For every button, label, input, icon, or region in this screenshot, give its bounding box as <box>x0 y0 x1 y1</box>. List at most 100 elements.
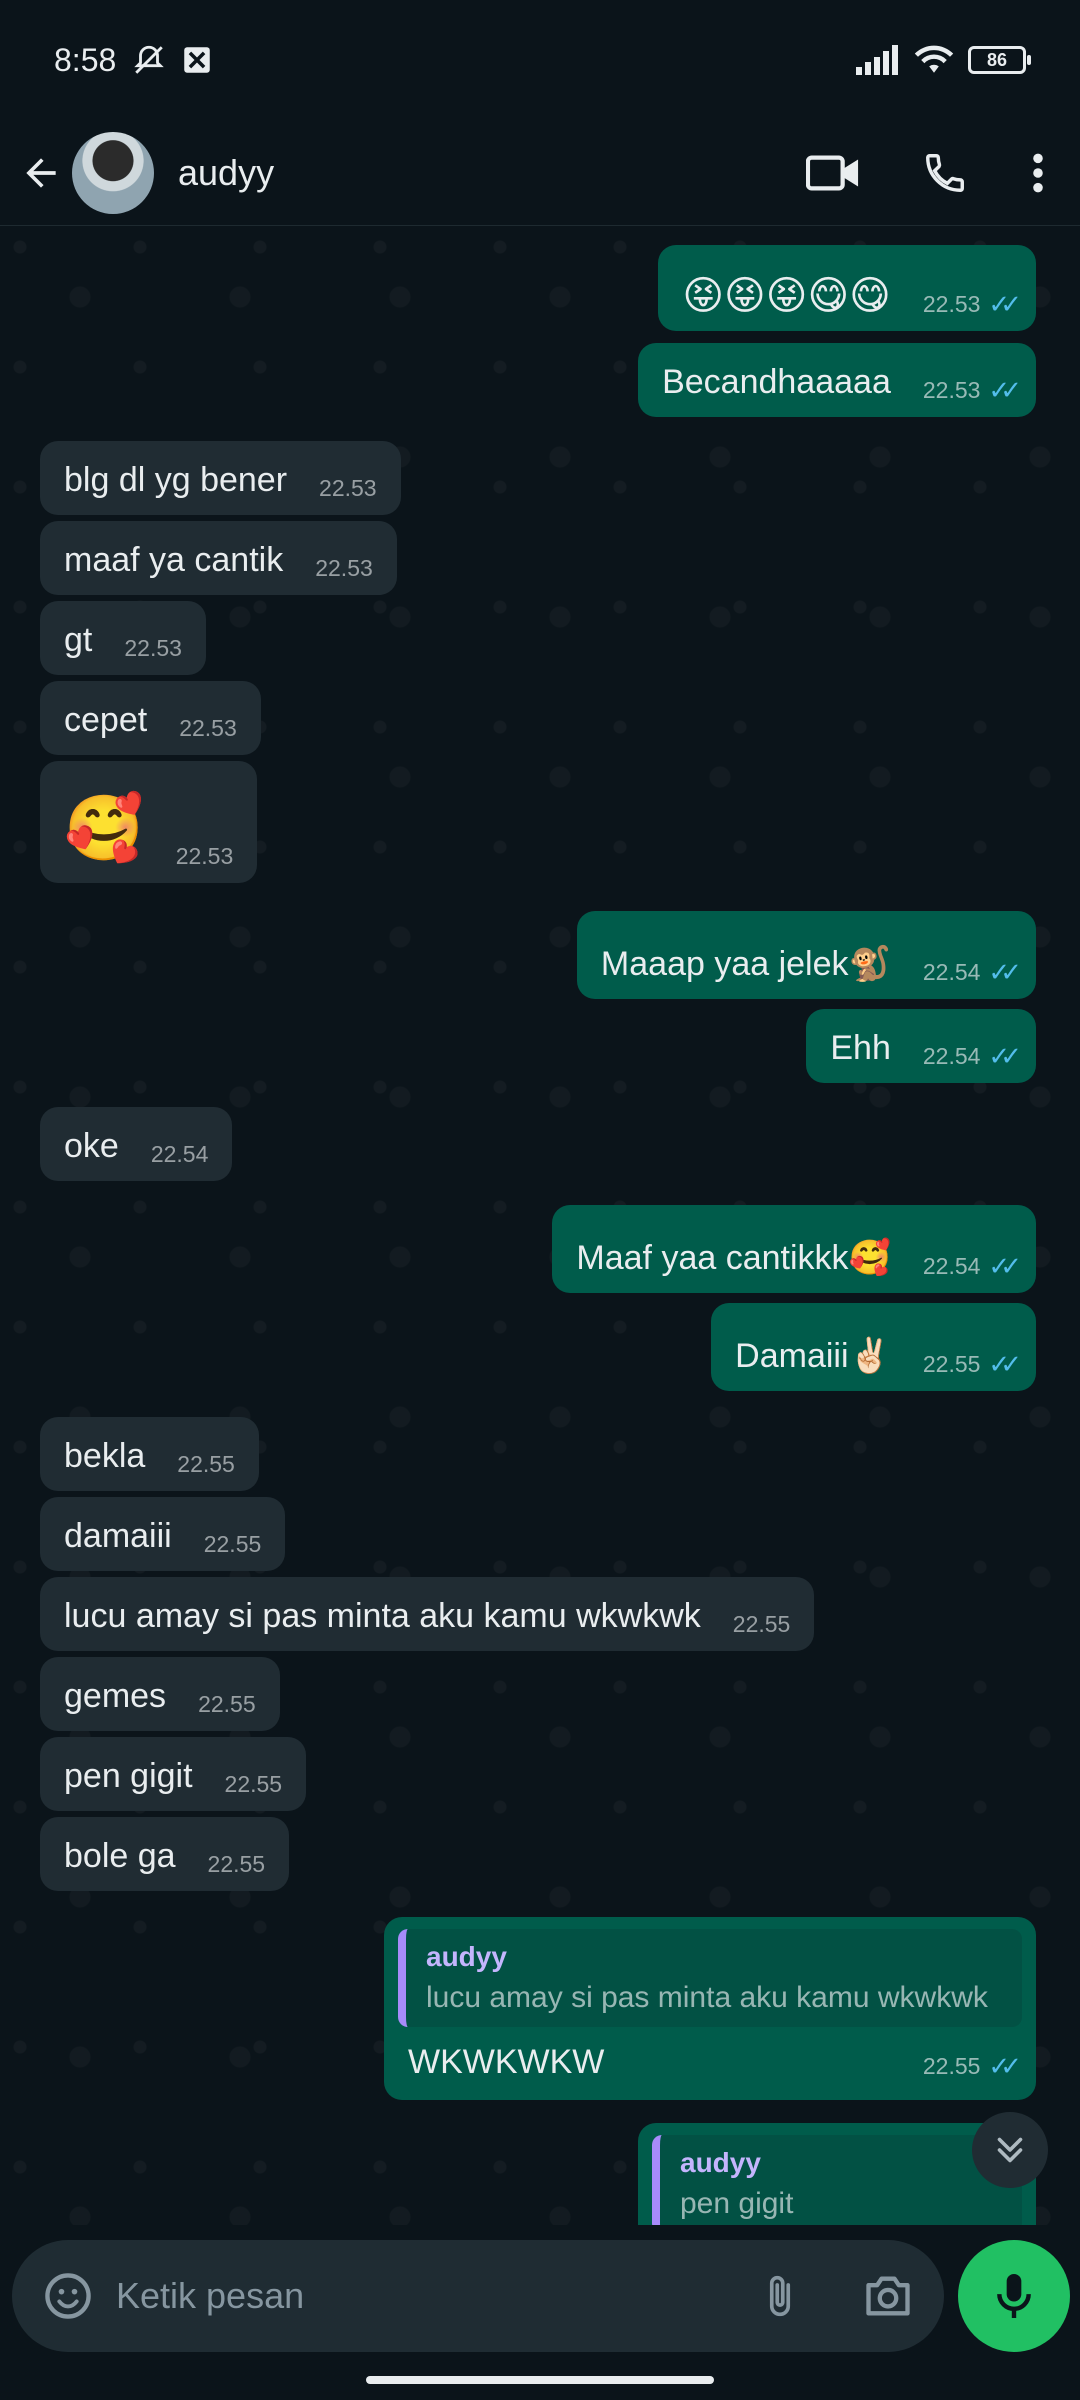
message-text: oke <box>64 1127 119 1165</box>
message-text: Maaap yaa jelek🐒 <box>600 945 891 983</box>
message-text: blg dl yg bener <box>64 461 288 499</box>
message-text: damaiii <box>64 1517 172 1555</box>
message-meta: 22.55 <box>198 1683 256 1725</box>
message-time: 22.53 <box>922 291 981 317</box>
battery-indicator: 86 <box>968 46 1031 74</box>
message-text: gt <box>64 621 93 659</box>
message-bubble-in[interactable]: oke 22.54 <box>40 1107 233 1181</box>
composer-actions <box>758 2270 914 2322</box>
message-meta: 22.53 <box>315 547 373 589</box>
message-bubble-in[interactable]: gemes 22.55 <box>40 1657 280 1731</box>
message-time: 22.53 <box>175 843 234 869</box>
quoted-message[interactable]: audyy pen gigit <box>652 2135 1022 2225</box>
message-meta: 22.55 ✓✓ <box>923 2051 1022 2082</box>
wifi-icon <box>914 45 954 73</box>
message-meta: 22.55 <box>177 1443 235 1485</box>
message-time: 22.55 <box>922 1351 981 1377</box>
message-time: 22.54 <box>922 1253 981 1279</box>
message-meta: 22.54 ✓✓ <box>922 1245 1022 1287</box>
read-ticks-icon: ✓✓ <box>988 957 1021 987</box>
message-text: Damaiii✌🏻 <box>735 1337 891 1375</box>
reply-message-bubble[interactable]: audyy lucu amay si pas minta aku kamu wk… <box>384 1917 1036 2100</box>
message-meta: 22.53 <box>179 707 237 749</box>
scroll-to-bottom-button[interactable] <box>972 2112 1048 2188</box>
phone-icon[interactable] <box>922 150 968 196</box>
message-time: 22.55 <box>203 1531 262 1557</box>
chat-header: audyy <box>0 120 1080 226</box>
message-bubble-in[interactable]: 🥰 22.53 <box>40 761 258 883</box>
message-bubble-out[interactable]: Maaap yaa jelek🐒 22.54 ✓✓ <box>576 911 1036 999</box>
message-meta: 22.55 ✓✓ <box>922 1343 1022 1385</box>
message-time: 22.54 <box>922 959 981 985</box>
message-time: 22.53 <box>922 377 981 403</box>
message-composer <box>12 2240 944 2352</box>
message-bubble-out[interactable]: Becandhaaaaa 22.53 ✓✓ <box>638 343 1036 417</box>
gesture-nav-handle[interactable] <box>366 2376 714 2384</box>
message-meta: 22.54 ✓✓ <box>922 951 1022 993</box>
message-meta: 22.53 ✓✓ <box>922 369 1022 411</box>
message-bubble-in[interactable]: bekla 22.55 <box>40 1417 259 1491</box>
quoted-message[interactable]: audyy lucu amay si pas minta aku kamu wk… <box>398 1929 1022 2027</box>
chat-area[interactable]: 😝😝😝😋😋 22.53 ✓✓ Becandhaaaaa 22.53 ✓✓ blg d… <box>0 227 1080 2225</box>
message-text: Maaf yaa cantikkk🥰 <box>576 1239 891 1277</box>
message-bubble-in[interactable]: damaiii 22.55 <box>40 1497 286 1571</box>
message-input[interactable] <box>116 2275 706 2317</box>
message-bubble-out[interactable]: Ehh 22.54 ✓✓ <box>806 1009 1036 1083</box>
message-time: 22.53 <box>179 715 237 741</box>
sticker-icon[interactable] <box>42 2270 94 2322</box>
message-time: 22.54 <box>922 1043 981 1069</box>
message-text: maaf ya cantik <box>64 541 284 579</box>
message-bubble-in[interactable]: lucu amay si pas minta aku kamu wkwkwk 2… <box>40 1577 815 1651</box>
message-meta: 22.55 <box>733 1603 791 1645</box>
reply-row: WKWKWKW 22.55 ✓✓ <box>398 2027 1022 2088</box>
voice-message-button[interactable] <box>958 2240 1070 2352</box>
message-text: Ehh <box>830 1029 891 1067</box>
status-icons-left <box>132 43 214 77</box>
status-time: 8:58 <box>54 41 117 78</box>
status-bar: 8:58 86 <box>0 0 1080 120</box>
message-time: 22.55 <box>177 1451 235 1477</box>
message-meta: 22.54 ✓✓ <box>922 1035 1022 1077</box>
message-meta: 22.53 <box>176 835 234 877</box>
message-bubble-out[interactable]: 😝😝😝😋😋 22.53 ✓✓ <box>658 245 1036 331</box>
avatar[interactable] <box>72 131 154 214</box>
quote-author: audyy <box>426 1941 507 1972</box>
message-time: 22.55 <box>732 1611 791 1637</box>
app-notification-icon <box>184 47 211 73</box>
read-ticks-icon: ✓✓ <box>988 1349 1021 1379</box>
read-ticks-icon: ✓✓ <box>988 2051 1021 2081</box>
message-text: 😝😝😝😋😋 <box>682 273 891 319</box>
message-time: 22.54 <box>150 1141 209 1167</box>
message-time: 22.53 <box>319 475 377 501</box>
paperclip-icon[interactable] <box>758 2270 802 2322</box>
contact-name[interactable]: audyy <box>178 152 274 194</box>
message-text: bole ga <box>64 1837 176 1875</box>
camera-icon[interactable] <box>862 2272 914 2320</box>
message-meta: 22.55 <box>204 1523 262 1565</box>
mic-icon <box>997 2274 1031 2318</box>
message-bubble-in[interactable]: cepet 22.53 <box>40 681 261 755</box>
message-text: WKWKWKW <box>408 2043 605 2081</box>
message-text: pen gigit <box>64 1757 193 1795</box>
more-vert-icon[interactable] <box>1030 151 1046 195</box>
message-bubble-in[interactable]: maaf ya cantik 22.53 <box>40 521 397 595</box>
message-text: bekla <box>64 1437 146 1475</box>
message-time: 22.55 <box>198 1691 256 1717</box>
back-button[interactable] <box>16 148 66 198</box>
message-bubble-in[interactable]: pen gigit 22.55 <box>40 1737 307 1811</box>
message-bubble-in[interactable]: blg dl yg bener 22.53 <box>40 441 401 515</box>
message-text: lucu amay si pas minta aku kamu wkwkwk <box>64 1597 701 1635</box>
message-bubble-in[interactable]: bole ga 22.55 <box>40 1817 290 1891</box>
muted-bell-icon <box>134 45 165 74</box>
message-meta: 22.53 ✓✓ <box>922 283 1022 325</box>
message-bubble-out[interactable]: Maaf yaa cantikkk🥰 22.54 ✓✓ <box>552 1205 1036 1293</box>
message-bubble-in[interactable]: gt 22.53 <box>40 601 206 675</box>
video-call-icon[interactable] <box>806 153 860 193</box>
quote-text: lucu amay si pas minta aku kamu wkwkwk <box>426 1981 988 2014</box>
message-meta: 22.53 <box>319 467 377 509</box>
message-text: 🥰 <box>64 792 144 866</box>
message-time: 22.55 <box>207 1851 266 1877</box>
message-time: 22.53 <box>315 555 373 581</box>
message-bubble-out[interactable]: Damaiii✌🏻 22.55 ✓✓ <box>711 1303 1036 1391</box>
battery-level: 86 <box>986 49 1008 70</box>
